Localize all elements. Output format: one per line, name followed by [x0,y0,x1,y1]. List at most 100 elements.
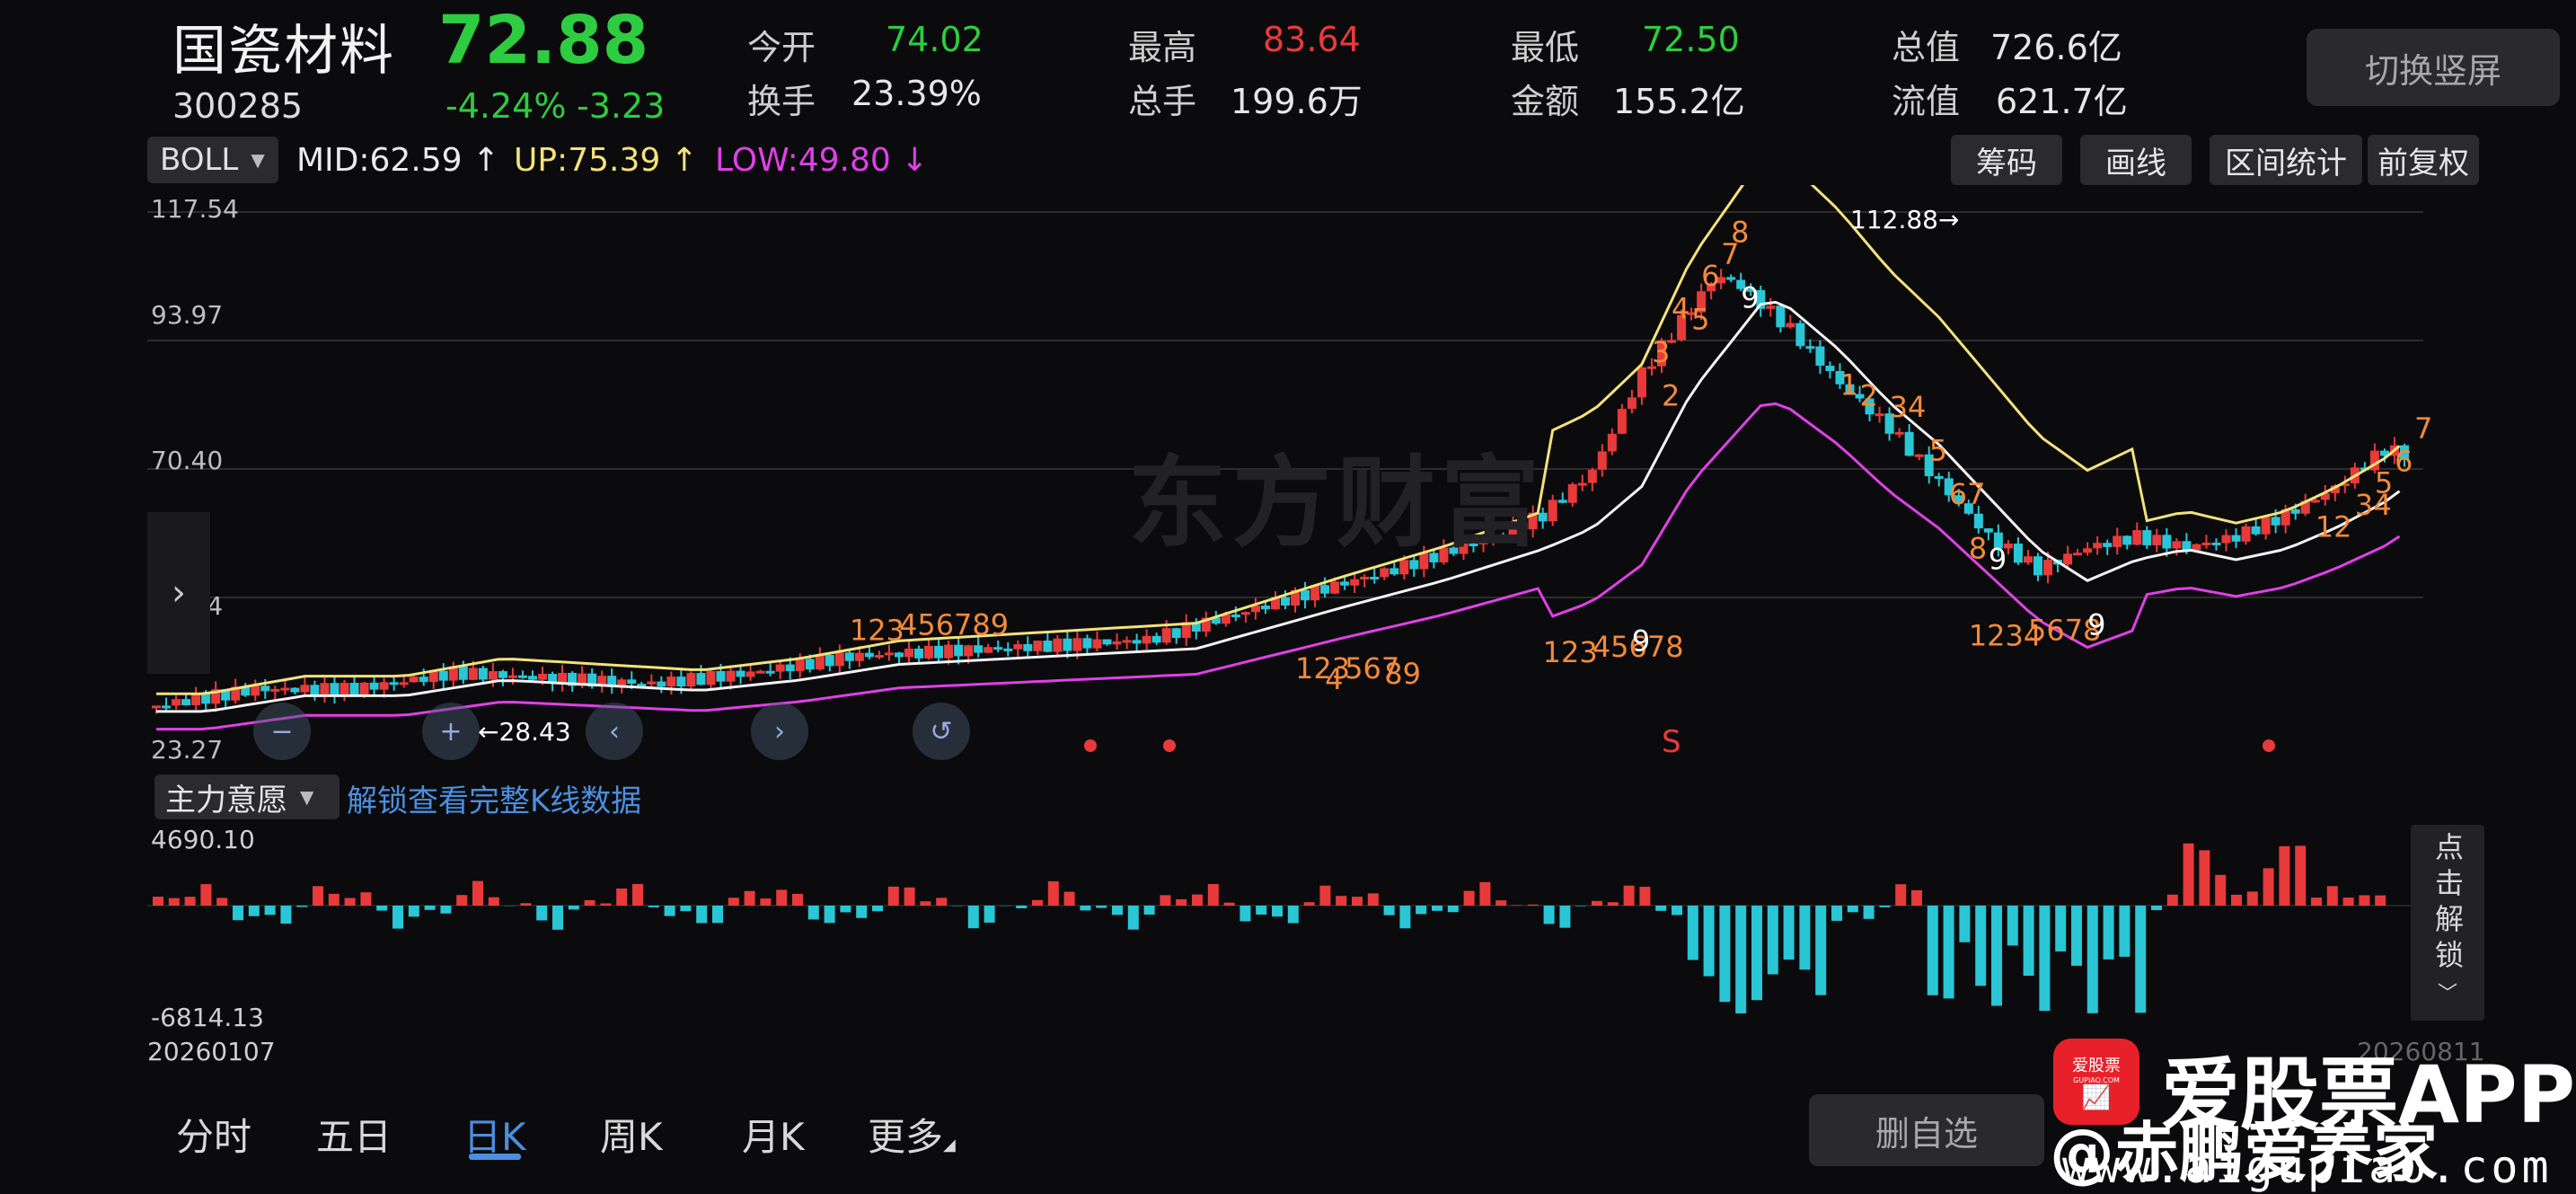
candle-body [1875,413,1884,416]
histogram-bar [1448,906,1459,912]
forward-adjust-button[interactable]: 前复权 [2368,135,2479,185]
range-stats-button[interactable]: 区间统计 [2210,135,2362,185]
candle-body [1340,581,1349,585]
candle-body [290,688,299,693]
tab-monthly-k[interactable]: 月K [742,1107,805,1162]
td-sequence-label: 4 [1325,662,1343,696]
candle-body [706,671,715,685]
histogram-bar [2135,906,2146,1013]
unlock-kline-link[interactable]: 解锁查看完整K线数据 [347,776,641,820]
candle-body [924,646,933,659]
histogram-bar [1432,906,1442,911]
histogram-bar [1928,906,1938,995]
histogram-bar [872,906,883,911]
candle-body [2103,543,2112,547]
caret-down-icon: ▼ [300,786,313,808]
candle-body [1133,640,1142,643]
start-date: 20260107 [147,1037,276,1066]
stock-code: 300285 [172,86,303,126]
candle-body [657,682,666,686]
td-sequence-label: 5 [2375,466,2393,500]
main-indicator-select[interactable]: BOLL ▼ [147,137,278,183]
tab-weekly-k[interactable]: 周K [600,1107,663,1162]
stat-high-label: 最高 [1128,20,1196,69]
candle-body [1350,579,1359,586]
td-sequence-label: 9 [1741,280,1759,314]
candle-body [508,676,517,678]
histogram-bar [1304,902,1315,906]
histogram-bar [1416,906,1426,914]
zoom-out-icon[interactable]: − [253,703,311,760]
boll-up-label: UP:75.39 ↑ [514,142,698,179]
draw-line-button[interactable]: 画线 [2080,135,2192,185]
candle-body [2113,535,2122,546]
candle-body [1013,644,1022,650]
td-sequence-label: 8 [1731,216,1749,250]
reset-view-icon[interactable]: ↺ [913,703,970,760]
candle-body [2311,500,2320,502]
candle-body [1023,644,1032,651]
histogram-bar [2071,906,2082,966]
candle-body [1795,323,1804,347]
expand-panel-icon[interactable]: › [147,512,210,674]
candle-body [1043,641,1052,651]
remove-watchlist-button[interactable]: 删自选 [1809,1094,2044,1166]
candle-body [825,655,834,666]
high-marker-value: 112.88 [1850,205,1938,234]
unlock-side-button[interactable]: 点击解锁 ﹀ [2411,825,2484,1021]
histogram-bar [856,906,867,918]
histogram-bar [1831,906,1842,921]
logo-line1: 爱股票 [2072,1053,2121,1076]
candle-body [320,683,329,694]
candle-body [865,653,874,658]
indicator-min-value: -6814.13 [151,1003,264,1032]
y-tick-3: 70.40 [151,446,223,475]
signal-dot [1084,739,1097,752]
low-price-marker: ←28.43 [478,717,571,747]
boll-low-label: LOW:49.80 ↓ [715,142,928,179]
sub-indicator-select[interactable]: 主力意愿 ▼ [154,774,340,819]
zoom-in-icon[interactable]: + [422,703,480,760]
histogram-bar [185,897,196,906]
candle-body [1598,451,1607,469]
histogram-bar [1160,895,1170,906]
candle-body [914,649,923,659]
switch-portrait-button[interactable]: 切换竖屏 [2307,29,2560,106]
candle-body [1063,639,1072,651]
stat-open-label: 今开 [747,20,816,69]
chevron-left-icon[interactable]: ‹ [586,703,643,760]
candle-body [875,655,884,658]
main-indicator-label: BOLL [160,142,238,178]
histogram-bar [1080,906,1090,910]
candle-body [1330,581,1339,593]
candle-body [1558,500,1567,502]
histogram-bar [2167,895,2178,906]
candle-body [2232,535,2241,542]
histogram-bar [1208,884,1219,906]
tab-more[interactable]: 更多◢ [868,1107,956,1162]
y-tick-2: 93.97 [151,300,223,330]
histogram-bar [1975,906,1986,986]
candle-body [400,682,409,685]
chips-button[interactable]: 筹码 [1951,135,2062,185]
histogram-bar [1384,906,1395,915]
histogram-bar [2247,891,2258,906]
site-url: www.aigupiao.com [2062,1141,2553,1193]
chevron-right-icon[interactable]: › [751,703,808,760]
candle-body [1805,346,1814,349]
candle-body [766,671,775,674]
td-sequence-label: 9 [1989,543,2007,577]
histogram-bar [1048,881,1059,906]
stat-volume-label: 总手 [1128,74,1196,123]
tab-intraday[interactable]: 分时 [176,1107,251,1162]
candle-body [1093,640,1102,649]
histogram-bar [585,900,595,906]
histogram-bar [1112,906,1123,915]
candle-body [2132,530,2141,544]
candle-body [1033,641,1042,651]
histogram-bar [1784,906,1795,960]
histogram-bar [1336,896,1346,906]
candle-body [1360,577,1369,579]
tab-five-day[interactable]: 五日 [316,1107,392,1162]
td-sequence-label: 3 [1652,335,1670,369]
